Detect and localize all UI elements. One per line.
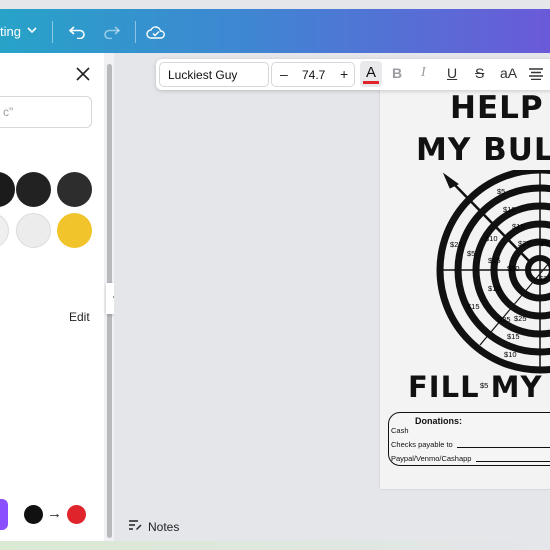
decrease-size-button[interactable]: – xyxy=(280,66,288,82)
text-color-letter: A xyxy=(365,64,376,81)
target-label: $10 xyxy=(488,284,501,293)
letter-case-button[interactable]: aA xyxy=(500,65,517,81)
italic-button[interactable]: I xyxy=(421,65,426,81)
toolbar-divider xyxy=(135,21,136,43)
gradient-end-swatch[interactable] xyxy=(67,505,86,524)
font-size-control: – 74.7 + xyxy=(271,62,355,87)
checks-label: Checks payable to xyxy=(391,440,453,449)
paypal-label: Paypal/Venmo/Cashapp xyxy=(391,454,472,463)
undo-icon[interactable] xyxy=(66,21,88,43)
target-label: $25 xyxy=(539,274,550,283)
target-label: $15 xyxy=(512,222,525,231)
target-label: $10 xyxy=(504,350,517,359)
font-family-dropdown[interactable]: Luckiest Guy xyxy=(159,62,269,87)
align-icon[interactable] xyxy=(528,67,544,83)
chevron-down-icon xyxy=(27,26,37,37)
target-label: $15 xyxy=(488,256,501,265)
paypal-line xyxy=(476,461,550,462)
cash-label: Cash xyxy=(391,426,409,435)
target-label: $25 xyxy=(518,239,531,248)
target-label: $5 xyxy=(467,249,476,258)
mode-dropdown[interactable]: ting xyxy=(0,9,37,53)
edit-button[interactable]: Edit xyxy=(69,310,90,324)
app-window: ting c" Edit → HELP MY BUL $5 $10 $15 $2… xyxy=(0,0,550,550)
redo-icon[interactable] xyxy=(101,21,123,43)
target-label: $10 xyxy=(485,234,498,243)
poster-title-line2[interactable]: MY BULL xyxy=(416,132,550,168)
color-swatch[interactable] xyxy=(57,172,92,207)
purple-color-chip[interactable] xyxy=(0,499,8,530)
notes-button[interactable]: Notes xyxy=(128,519,179,534)
text-color-indicator xyxy=(363,81,379,84)
color-swatch[interactable] xyxy=(16,172,51,207)
color-search-input[interactable]: c" xyxy=(0,96,92,128)
donations-box[interactable]: Donations: Cash Checks payable to Paypal… xyxy=(388,412,550,466)
increase-size-button[interactable]: + xyxy=(340,66,348,82)
font-size-input[interactable]: 74.7 xyxy=(302,68,325,82)
notes-icon xyxy=(128,519,142,534)
search-placeholder: c" xyxy=(3,105,14,119)
text-color-button[interactable]: A xyxy=(360,61,382,87)
color-swatch[interactable] xyxy=(57,213,92,248)
text-toolbar: Luckiest Guy – 74.7 + A B I U S aA xyxy=(156,59,550,90)
target-label: $25 xyxy=(450,240,463,249)
poster-title-line1[interactable]: HELP F xyxy=(450,90,550,126)
arrow-right-icon: → xyxy=(47,505,62,522)
target-label: $5 xyxy=(508,264,517,273)
target-label: $25 xyxy=(498,315,511,324)
dartboard-graphic[interactable] xyxy=(380,170,550,390)
top-bar: ting xyxy=(0,9,550,53)
donations-title: Donations: xyxy=(415,416,462,426)
target-label: $5 xyxy=(497,187,506,196)
bold-button[interactable]: B xyxy=(392,65,402,81)
strikethrough-button[interactable]: S xyxy=(475,65,484,81)
underline-button[interactable]: U xyxy=(447,65,457,81)
target-label: $10 xyxy=(503,205,516,214)
target-label: $15 xyxy=(507,332,520,341)
target-label: $25 xyxy=(514,314,527,323)
target-label: $15 xyxy=(467,302,480,311)
poster-bottom-title[interactable]: FILL MY T xyxy=(408,370,550,404)
close-icon[interactable] xyxy=(74,65,92,83)
target-label: $5 xyxy=(540,239,549,248)
checks-line xyxy=(457,447,550,448)
cloud-save-icon[interactable] xyxy=(145,21,167,43)
toolbar-divider xyxy=(52,21,53,43)
bottom-strip xyxy=(0,541,550,550)
notes-label: Notes xyxy=(148,519,180,534)
color-swatch[interactable] xyxy=(16,213,51,248)
gradient-start-swatch[interactable] xyxy=(24,505,43,524)
mode-label: ting xyxy=(0,23,21,39)
